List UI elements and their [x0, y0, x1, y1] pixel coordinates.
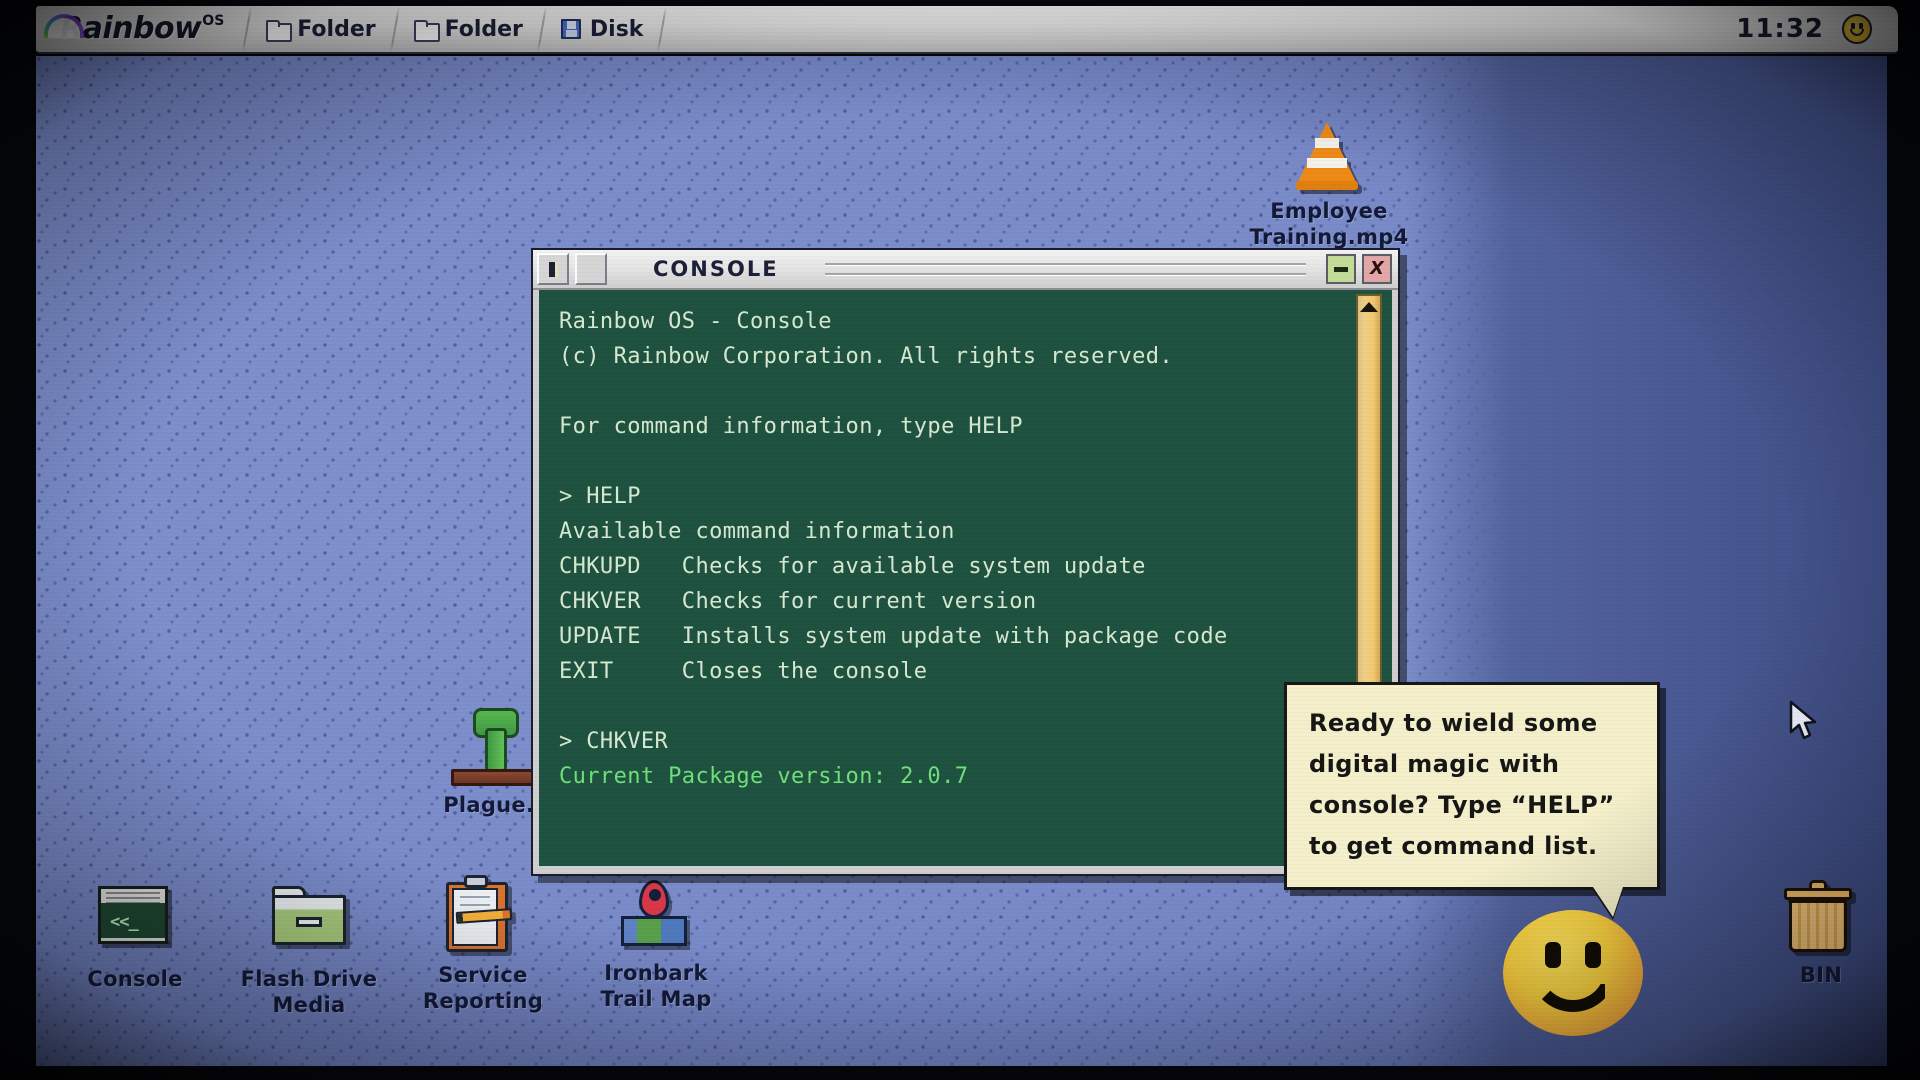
console-line: UPDATE Installs system update with packa… — [559, 619, 1334, 654]
desktop-icon-label: BIN — [1800, 962, 1842, 988]
taskbar-item-folder-1[interactable]: Folder — [248, 6, 393, 52]
desktop-icon-label: Service Reporting — [423, 962, 543, 1014]
taskbar-item-disk[interactable]: Disk — [543, 6, 662, 52]
system-menu-icon[interactable] — [537, 253, 569, 285]
icon-label-line1: Flash Drive — [241, 967, 378, 991]
console-line — [559, 689, 1334, 724]
console-title-bar[interactable]: CONSOLE X — [533, 250, 1398, 290]
smiley-eye-right — [1585, 942, 1601, 968]
mouse-pointer-icon — [1788, 700, 1822, 744]
speech-bubble-tail — [1593, 887, 1623, 917]
os-brand[interactable]: Rainbow OS — [36, 6, 246, 52]
bubble-line: console? Type “HELP” — [1309, 785, 1637, 826]
console-line: Current Package version: 2.0.7 — [559, 759, 1334, 794]
desktop-icon-service-reporting[interactable]: Service Reporting — [408, 882, 558, 1014]
console-line — [559, 374, 1334, 409]
desktop-icon-label: Console — [87, 966, 182, 992]
icon-label-line1: Employee — [1270, 199, 1387, 223]
desktop-icon-label: Employee Training.mp4 — [1250, 198, 1409, 250]
console-window-title: CONSOLE — [653, 257, 779, 281]
console-line — [559, 794, 1334, 829]
console-line: Available command information — [559, 514, 1334, 549]
folder-icon — [414, 20, 436, 38]
minimize-button[interactable] — [1326, 254, 1356, 284]
console-line: Rainbow OS - Console — [559, 304, 1334, 339]
desktop-icon-console-app[interactable]: <<_ Console — [60, 886, 210, 992]
console-line — [559, 444, 1334, 479]
icon-label-line2: Training.mp4 — [1250, 225, 1409, 249]
desktop-icon-ironbark-trail-map[interactable]: Ironbark Trail Map — [581, 880, 731, 1012]
icon-label-line1: Service — [438, 963, 527, 987]
smiley-mouth — [1529, 966, 1617, 1012]
taskbar-clock: 11:32 — [1736, 14, 1842, 44]
desktop-icon-recycle-bin[interactable]: BIN — [1746, 882, 1887, 988]
folder-icon — [266, 20, 288, 38]
traffic-cone-media-player-icon — [1292, 118, 1366, 192]
console-output-area[interactable]: Rainbow OS - Console(c) Rainbow Corporat… — [533, 290, 1398, 874]
smiley-face-icon[interactable] — [1842, 14, 1872, 44]
icon-label-line1: BIN — [1800, 963, 1842, 987]
smiley-eye-left — [1545, 942, 1561, 968]
text-caret — [692, 868, 695, 874]
console-line: EXIT Closes the console — [559, 654, 1334, 689]
scroll-up-arrow-icon[interactable] — [1360, 302, 1378, 312]
console-prompt-line[interactable]: > — [559, 829, 1334, 874]
taskbar-item-folder-2[interactable]: Folder — [396, 6, 541, 52]
close-icon: X — [1368, 260, 1386, 278]
assistant-bubble-text: Ready to wield somedigital magic withcon… — [1309, 703, 1637, 867]
bubble-line: digital magic with — [1309, 744, 1637, 785]
console-lines: Rainbow OS - Console(c) Rainbow Corporat… — [559, 304, 1334, 829]
console-terminal-icon: <<_ — [98, 886, 172, 960]
restore-icon[interactable] — [575, 253, 607, 285]
icon-label-line1: Console — [87, 967, 182, 991]
folder-icon — [272, 886, 346, 960]
desktop-icon-flash-drive-media[interactable]: Flash Drive Media — [234, 886, 384, 1018]
console-line: CHKUPD Checks for available system updat… — [559, 549, 1334, 584]
title-bar-grip — [825, 256, 1306, 283]
assistant-avatar[interactable] — [1503, 910, 1643, 1040]
floppy-disk-icon — [561, 19, 581, 39]
console-line: (c) Rainbow Corporation. All rights rese… — [559, 339, 1334, 374]
cactus-plant-icon — [451, 708, 541, 786]
taskbar-item-label: Folder — [445, 17, 523, 42]
console-line: > CHKVER — [559, 724, 1334, 759]
clipboard-pencil-icon — [446, 882, 520, 956]
assistant-speech-bubble: Ready to wield somedigital magic withcon… — [1284, 682, 1660, 890]
brand-superscript: OS — [202, 6, 224, 36]
icon-label-line2: Media — [272, 993, 345, 1017]
smiley-assistant-icon — [1503, 910, 1643, 1036]
console-prompt: > — [668, 869, 682, 874]
taskbar-item-label: Disk — [590, 17, 644, 42]
bubble-line: to get command list. — [1309, 826, 1637, 867]
desktop-icon-label: Ironbark Trail Map — [600, 960, 711, 1012]
icon-label-line2: Reporting — [423, 989, 543, 1013]
map-pin-icon — [619, 880, 693, 954]
taskbar[interactable]: Rainbow OS Folder Folder Disk 11:32 — [36, 6, 1898, 54]
icon-label-line1: Ironbark — [604, 961, 707, 985]
icon-label-line2: Trail Map — [600, 987, 711, 1011]
desktop-icon-label: Flash Drive Media — [241, 966, 378, 1018]
bubble-line: Ready to wield some — [1309, 703, 1637, 744]
close-button[interactable]: X — [1362, 254, 1392, 284]
desktop-icon-employee-training-video[interactable]: Employee Training.mp4 — [1254, 118, 1404, 250]
console-line: For command information, type HELP — [559, 409, 1334, 444]
taskbar-item-label: Folder — [297, 17, 375, 42]
console-window[interactable]: CONSOLE X Rainbow OS - Console(c) Rainbo… — [531, 248, 1400, 876]
console-line: CHKVER Checks for current version — [559, 584, 1334, 619]
crt-screen: Employee Training.mp4 Plague.e <<_ Conso — [0, 0, 1920, 1080]
console-line: > HELP — [559, 479, 1334, 514]
trash-bin-icon — [1784, 882, 1858, 956]
